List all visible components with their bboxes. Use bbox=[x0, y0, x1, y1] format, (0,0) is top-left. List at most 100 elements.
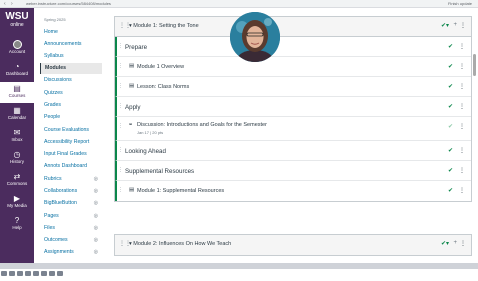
published-check-icon[interactable]: ✔ bbox=[448, 63, 453, 70]
page-icon: ▤ bbox=[129, 187, 135, 193]
course-nav-accessibility-report[interactable]: Accessibility Report bbox=[40, 137, 102, 148]
published-check-icon[interactable]: ✔ bbox=[448, 103, 453, 110]
address-bar[interactable]: weber.instructure.com/courses/584408/mod… bbox=[26, 1, 111, 6]
module-item[interactable]: ⋮ ▤ Lesson: Class Norms ✔ ⋮ bbox=[115, 77, 471, 97]
drag-handle-icon[interactable]: ⋮ bbox=[118, 123, 123, 129]
item-options-icon[interactable]: ⋮ bbox=[459, 147, 465, 154]
calendar-icon: ▦ bbox=[13, 106, 21, 115]
commons-icon: ⇄ bbox=[13, 172, 21, 181]
drag-handle-icon[interactable]: ⋮ bbox=[118, 63, 123, 69]
published-check-icon[interactable]: ✔▾ bbox=[441, 22, 449, 29]
drag-handle-icon[interactable]: ⋮ bbox=[118, 167, 123, 173]
course-term: Spring 2025 bbox=[44, 17, 66, 22]
course-nav-discussions[interactable]: Discussions bbox=[40, 75, 102, 86]
published-check-icon[interactable]: ✔ bbox=[448, 167, 453, 174]
course-nav-bigbluebutton[interactable]: BigBlueButton ◎ bbox=[40, 198, 102, 209]
wsu-online-logo[interactable]: WSU online bbox=[3, 12, 31, 29]
course-nav-collaborations[interactable]: Collaborations ◎ bbox=[40, 186, 102, 197]
module-options-icon[interactable]: ⋮ bbox=[460, 22, 466, 29]
browser-profile-button[interactable]: Finish update bbox=[448, 1, 472, 6]
course-nav-pages[interactable]: Pages ◎ bbox=[40, 211, 102, 222]
course-nav-announcements[interactable]: Announcements bbox=[40, 39, 102, 50]
history-icon: ◷ bbox=[13, 150, 21, 159]
add-item-icon[interactable]: + bbox=[453, 22, 457, 28]
item-options-icon[interactable]: ⋮ bbox=[459, 43, 465, 50]
item-options-icon[interactable]: ⋮ bbox=[459, 167, 465, 174]
hidden-eye-icon: ◎ bbox=[93, 188, 98, 194]
hidden-eye-icon: ◎ bbox=[93, 249, 98, 255]
module-title[interactable]: ▾ Module 1: Setting the Tone bbox=[129, 23, 199, 29]
item-options-icon[interactable]: ⋮ bbox=[459, 187, 465, 194]
course-nav-rubrics[interactable]: Rubrics ◎ bbox=[40, 174, 102, 185]
published-check-icon[interactable]: ✔ bbox=[448, 43, 453, 50]
module-header[interactable]: ⋮⋮ ▾ Module 2: Influences On How We Teac… bbox=[115, 235, 471, 255]
published-check-icon[interactable]: ✔▾ bbox=[441, 240, 449, 247]
global-nav-commons[interactable]: ⇄ Commons bbox=[0, 170, 34, 191]
browser-toolbar: ‹ › weber.instructure.com/courses/584408… bbox=[0, 0, 478, 8]
module-item[interactable]: ⋮ ❝ Discussion: Introductions and Goals … bbox=[115, 117, 471, 141]
hidden-eye-icon: ◎ bbox=[93, 200, 98, 206]
module-2: ⋮⋮ ▾ Module 2: Influences On How We Teac… bbox=[114, 234, 472, 256]
drag-handle-icon[interactable]: ⋮ bbox=[118, 147, 123, 153]
module-header[interactable]: ⋮⋮ ▾ Module 1: Setting the Tone ✔▾ + ⋮ bbox=[115, 17, 471, 37]
global-nav-dashboard[interactable]: ◔ Dashboard bbox=[0, 60, 34, 81]
global-nav-courses[interactable]: ▤ Courses bbox=[0, 82, 34, 103]
page-scrollbar[interactable] bbox=[473, 54, 476, 76]
module-item-header[interactable]: ⋮ Looking Ahead ✔ ⋮ bbox=[115, 141, 471, 161]
course-nav-outcomes[interactable]: Outcomes ◎ bbox=[40, 235, 102, 246]
discussion-icon: ❝ bbox=[129, 123, 132, 129]
module-item[interactable]: ⋮ ▤ Module 1: Supplemental Resources ✔ ⋮ bbox=[115, 181, 471, 201]
global-nav-account[interactable]: Account bbox=[0, 38, 34, 59]
item-options-icon[interactable]: ⋮ bbox=[459, 83, 465, 90]
course-nav-input-final-grades[interactable]: Input Final Grades bbox=[40, 149, 102, 160]
hidden-eye-icon: ◎ bbox=[93, 213, 98, 219]
global-nav-calendar[interactable]: ▦ Calendar bbox=[0, 104, 34, 125]
module-item-header[interactable]: ⋮ Supplemental Resources ✔ ⋮ bbox=[115, 161, 471, 181]
modules-content: ⋮⋮ ▾ Module 1: Setting the Tone ✔▾ + ⋮ ⋮… bbox=[110, 8, 478, 269]
published-check-icon[interactable]: ✔ bbox=[448, 123, 453, 130]
courses-icon: ▤ bbox=[13, 84, 21, 93]
drag-handle-icon[interactable]: ⋮ bbox=[118, 83, 123, 89]
my-media-icon: ▶ bbox=[13, 194, 21, 203]
course-nav-course-evaluations[interactable]: Course Evaluations bbox=[40, 125, 102, 136]
course-nav-assignments[interactable]: Assignments ◎ bbox=[40, 247, 102, 258]
course-navigation: Spring 2025 Home Announcements Syllabus … bbox=[34, 8, 104, 269]
item-options-icon[interactable]: ⋮ bbox=[459, 123, 465, 130]
hidden-eye-icon: ◎ bbox=[93, 237, 98, 243]
module-item[interactable]: ⋮ ▤ Module 1 Overview ✔ ⋮ bbox=[115, 57, 471, 77]
dashboard-icon: ◔ bbox=[14, 62, 20, 71]
page-icon: ▤ bbox=[129, 63, 135, 69]
item-options-icon[interactable]: ⋮ bbox=[459, 103, 465, 110]
course-nav-annots-dashboard[interactable]: Annots Dashboard bbox=[40, 161, 102, 172]
os-dock bbox=[0, 263, 478, 276]
module-item-header[interactable]: ⋮ Apply ✔ ⋮ bbox=[115, 97, 471, 117]
published-check-icon[interactable]: ✔ bbox=[448, 83, 453, 90]
item-meta: Jan 17 | 20 pts bbox=[137, 130, 164, 135]
account-icon bbox=[12, 40, 22, 49]
course-nav-files[interactable]: Files ◎ bbox=[40, 223, 102, 234]
drag-handle-icon[interactable]: ⋮ bbox=[118, 103, 123, 109]
help-icon: ? bbox=[14, 216, 20, 225]
course-nav-home[interactable]: Home bbox=[40, 27, 102, 38]
item-options-icon[interactable]: ⋮ bbox=[459, 63, 465, 70]
course-nav-syllabus[interactable]: Syllabus bbox=[40, 51, 102, 62]
published-check-icon[interactable]: ✔ bbox=[448, 187, 453, 194]
course-nav-modules[interactable]: Modules bbox=[40, 63, 102, 74]
global-nav-help[interactable]: ? Help bbox=[0, 214, 34, 235]
global-nav-my-media[interactable]: ▶ My Media bbox=[0, 192, 34, 213]
module-options-icon[interactable]: ⋮ bbox=[460, 240, 466, 247]
global-nav-history[interactable]: ◷ History bbox=[0, 148, 34, 169]
drag-handle-icon[interactable]: ⋮ bbox=[118, 43, 123, 49]
add-item-icon[interactable]: + bbox=[453, 240, 457, 246]
course-nav-grades[interactable]: Grades bbox=[40, 100, 102, 111]
global-nav-inbox[interactable]: ✉ Inbox bbox=[0, 126, 34, 147]
course-nav-quizzes[interactable]: Quizzes bbox=[40, 88, 102, 99]
module-title[interactable]: ▾ Module 2: Influences On How We Teach bbox=[129, 241, 231, 247]
drag-handle-icon[interactable]: ⋮ bbox=[118, 187, 123, 193]
module-1: ⋮⋮ ▾ Module 1: Setting the Tone ✔▾ + ⋮ ⋮… bbox=[114, 16, 472, 202]
course-nav-people[interactable]: People bbox=[40, 112, 102, 123]
hidden-eye-icon: ◎ bbox=[93, 225, 98, 231]
browser-nav-arrows-icon[interactable]: ‹ › bbox=[4, 1, 15, 7]
module-item-header[interactable]: ⋮ Prepare ✔ ⋮ bbox=[115, 37, 471, 57]
published-check-icon[interactable]: ✔ bbox=[448, 147, 453, 154]
